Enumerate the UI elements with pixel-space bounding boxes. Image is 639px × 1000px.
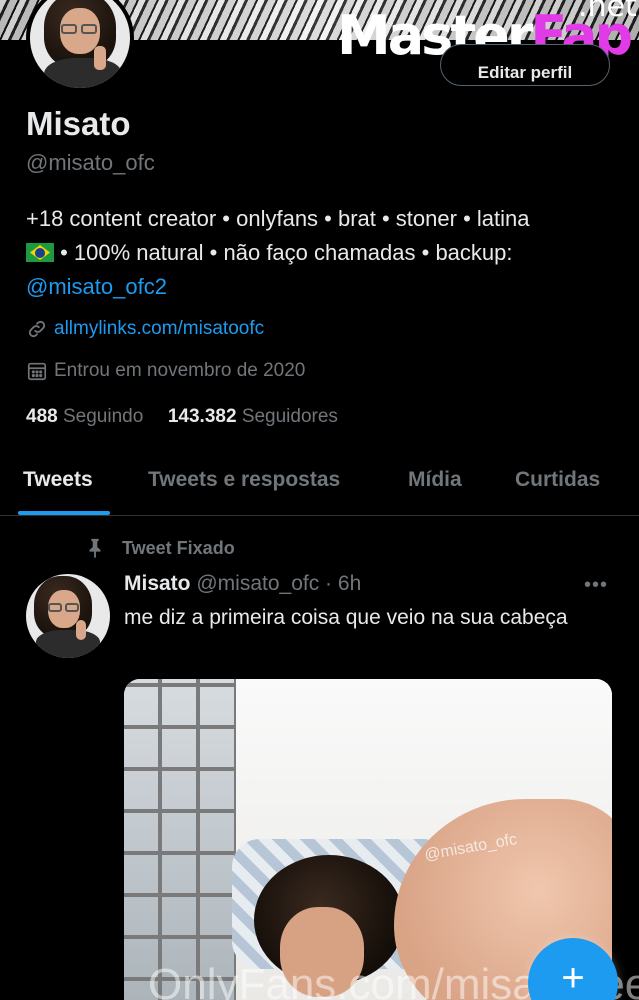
profile-avatar[interactable] — [26, 0, 134, 92]
bio-line-1: +18 content creator • onlyfans • brat • … — [26, 206, 530, 231]
edit-profile-label: Editar perfil — [477, 63, 573, 82]
followers-link[interactable]: 143.382 Seguidores — [168, 406, 338, 427]
compose-plus-icon: + — [561, 956, 585, 1000]
tab-likes[interactable]: Curtidas — [515, 468, 600, 492]
media-window-blocks — [124, 679, 236, 1000]
tab-media[interactable]: Mídia — [408, 468, 462, 492]
avatar-shirt — [44, 58, 122, 88]
following-count: 488 — [26, 406, 58, 427]
followers-label: Seguidores — [241, 406, 338, 427]
website-link[interactable]: allmylinks.com/misatoofc — [54, 318, 264, 340]
following-label: Seguindo — [62, 406, 144, 427]
watermark-suffix: .net — [578, 0, 637, 24]
tweet-avatar-shirt — [36, 630, 100, 658]
bio-mention-link[interactable]: @misato_ofc2 — [26, 270, 626, 304]
pinned-label: Tweet Fixado — [122, 537, 235, 558]
avatar-glasses — [61, 24, 99, 34]
edit-profile-button[interactable]: Editar perfil — [440, 44, 610, 86]
joined-date: Entrou em novembro de 2020 — [54, 360, 306, 381]
tweet-header: Misato @misato_ofc · 6h — [124, 572, 361, 596]
tweet-author-avatar[interactable] — [26, 574, 110, 658]
follow-stats: 488 Seguindo 143.382 Seguidores — [26, 406, 338, 428]
followers-count: 143.382 — [167, 406, 237, 427]
link-icon — [28, 320, 46, 338]
more-options-icon[interactable]: ••• — [584, 574, 608, 597]
tweet-text: me diz a primeira coisa que veio na sua … — [124, 606, 568, 629]
tweet-avatar-glasses — [48, 603, 80, 613]
profile-tabs: Tweets Tweets e respostas Mídia Curtidas — [0, 448, 639, 516]
calendar-icon — [27, 362, 47, 381]
profile-handle: @misato_ofc — [26, 150, 155, 175]
tab-tweets-and-replies[interactable]: Tweets e respostas — [148, 468, 340, 492]
profile-bio: +18 content creator • onlyfans • brat • … — [26, 202, 626, 304]
pinned-tweet-indicator: Tweet Fixado — [84, 536, 235, 560]
tweet-author-name[interactable]: Misato — [124, 572, 191, 595]
following-link[interactable]: 488 Seguindo — [26, 406, 143, 427]
profile-joined: Entrou em novembro de 2020 — [26, 360, 305, 382]
tweet-author-handle-time[interactable]: @misato_ofc · 6h — [196, 572, 361, 595]
bio-line-2: • 100% natural • não faço chamadas • bac… — [26, 236, 626, 270]
pin-icon — [89, 538, 101, 559]
brazil-flag-icon — [26, 243, 54, 262]
profile-name: Misato — [26, 105, 131, 142]
bio-line-2-text: • 100% natural • não faço chamadas • bac… — [54, 240, 513, 265]
tab-tweets[interactable]: Tweets — [23, 468, 93, 492]
tweet-avatar-hand — [76, 620, 86, 640]
active-tab-indicator — [18, 511, 110, 515]
avatar-peace-hand — [94, 46, 106, 70]
profile-website[interactable]: allmylinks.com/misatoofc — [26, 318, 264, 340]
